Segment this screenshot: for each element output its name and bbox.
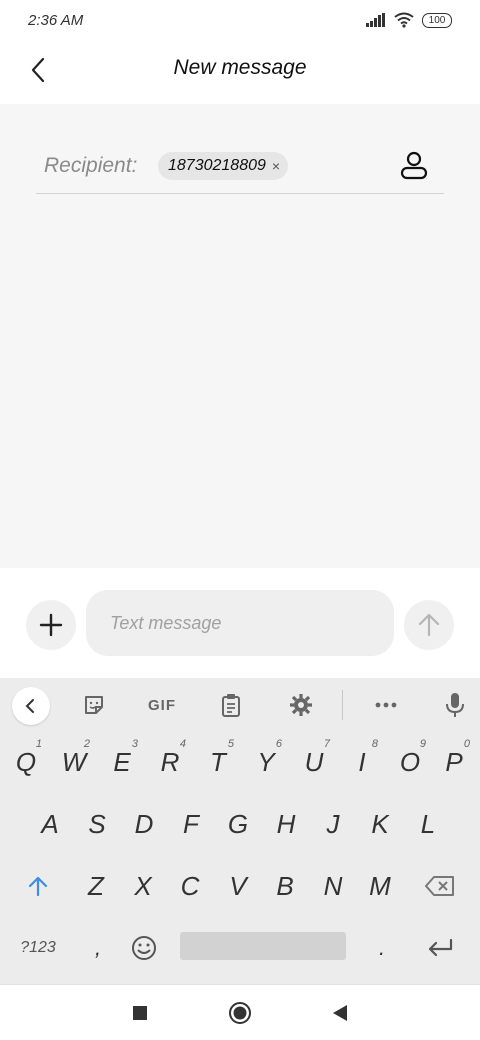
nav-back-triangle-icon bbox=[333, 1005, 347, 1021]
status-bar: 2:36 AM 100 bbox=[0, 0, 480, 40]
more-button[interactable] bbox=[370, 690, 402, 720]
contact-picker-button[interactable] bbox=[398, 150, 430, 182]
keyboard-toolbar: GIF bbox=[0, 678, 480, 732]
space-bar[interactable] bbox=[180, 932, 346, 960]
recents-square-icon bbox=[133, 1006, 147, 1020]
toolbar-back-button[interactable] bbox=[12, 687, 50, 725]
recipient-field[interactable]: Recipient: 18730218809 × bbox=[36, 144, 444, 194]
key-p[interactable]: P0 bbox=[432, 732, 476, 792]
backspace-icon bbox=[425, 876, 454, 896]
recents-button[interactable] bbox=[126, 999, 154, 1027]
key-e[interactable]: E3 bbox=[100, 732, 144, 792]
key-u[interactable]: U7 bbox=[292, 732, 336, 792]
add-attachment-button[interactable] bbox=[26, 600, 76, 650]
key-h[interactable]: H bbox=[264, 794, 308, 854]
emoji-key[interactable] bbox=[122, 918, 166, 978]
compose-bar: Text message bbox=[0, 568, 480, 678]
home-circle-icon bbox=[229, 1002, 251, 1024]
more-dots-icon bbox=[375, 702, 397, 708]
recipient-chip[interactable]: 18730218809 × bbox=[158, 152, 289, 180]
key-v[interactable]: V bbox=[216, 856, 260, 916]
enter-key[interactable] bbox=[418, 918, 462, 978]
mic-icon bbox=[446, 693, 464, 717]
key-z[interactable]: Z bbox=[74, 856, 118, 916]
key-m[interactable]: M bbox=[358, 856, 402, 916]
sticker-icon bbox=[85, 696, 103, 714]
comma-key[interactable]: , bbox=[76, 918, 120, 978]
key-n[interactable]: N bbox=[311, 856, 355, 916]
system-nav-bar bbox=[0, 984, 480, 1040]
send-button[interactable] bbox=[404, 600, 454, 650]
key-c[interactable]: C bbox=[168, 856, 212, 916]
header: New message bbox=[0, 40, 480, 104]
key-i[interactable]: I8 bbox=[340, 732, 384, 792]
send-arrow-icon bbox=[418, 613, 440, 637]
message-placeholder: Text message bbox=[110, 613, 222, 633]
key-b[interactable]: B bbox=[263, 856, 307, 916]
toolbar-divider bbox=[342, 690, 343, 720]
key-g[interactable]: G bbox=[216, 794, 260, 854]
shift-key[interactable] bbox=[16, 856, 60, 916]
page-title: New message bbox=[173, 56, 307, 79]
person-icon bbox=[400, 151, 428, 180]
keyboard: GIF Q 1 W 2 E 3 R 4 T 5 Y 6 U 7 I 8 O 9 … bbox=[0, 678, 480, 984]
status-time: 2:36 AM bbox=[28, 12, 84, 29]
wifi-icon bbox=[394, 12, 414, 28]
backspace-key[interactable] bbox=[418, 856, 462, 916]
key-q[interactable]: Q1 bbox=[4, 732, 48, 792]
key-l[interactable]: L bbox=[406, 794, 450, 854]
key-row-2: A S D F G H J K L bbox=[0, 794, 480, 854]
key-row-1: Q1 W2 E3 R4 T5 Y6 U7 I8 O9 P0 bbox=[0, 732, 480, 792]
gif-label: GIF bbox=[148, 696, 176, 714]
key-s[interactable]: S bbox=[75, 794, 119, 854]
clipboard-button[interactable] bbox=[216, 690, 246, 720]
symbols-key[interactable]: ?123 bbox=[12, 918, 64, 978]
key-t[interactable]: T5 bbox=[196, 732, 240, 792]
recipient-chip-number: 18730218809 bbox=[168, 157, 266, 174]
gif-button[interactable]: GIF bbox=[142, 690, 182, 720]
nav-back-button[interactable] bbox=[326, 999, 354, 1027]
enter-icon bbox=[428, 938, 453, 957]
key-j[interactable]: J bbox=[311, 794, 355, 854]
key-w[interactable]: W2 bbox=[52, 732, 96, 792]
battery-icon: 100 bbox=[422, 12, 452, 28]
status-icons: 100 bbox=[366, 12, 452, 28]
settings-button[interactable] bbox=[286, 690, 316, 720]
key-y[interactable]: Y6 bbox=[244, 732, 288, 792]
clipboard-icon bbox=[222, 694, 240, 717]
chevron-left-icon bbox=[25, 699, 34, 713]
conversation-area: Recipient: 18730218809 × bbox=[0, 104, 480, 568]
key-r[interactable]: R4 bbox=[148, 732, 192, 792]
shift-icon bbox=[28, 876, 48, 897]
key-o[interactable]: O9 bbox=[388, 732, 432, 792]
emoji-icon bbox=[132, 936, 156, 960]
key-a[interactable]: A bbox=[28, 794, 72, 854]
key-k[interactable]: K bbox=[358, 794, 402, 854]
period-key[interactable]: . bbox=[360, 918, 404, 978]
message-input[interactable]: Text message bbox=[86, 590, 394, 656]
key-f[interactable]: F bbox=[169, 794, 213, 854]
plus-icon bbox=[39, 613, 63, 637]
sticker-button[interactable] bbox=[78, 690, 110, 720]
gear-icon bbox=[290, 694, 312, 716]
chip-remove-icon[interactable]: × bbox=[272, 158, 280, 174]
key-row-3: Z X C V B N M bbox=[0, 856, 480, 916]
battery-level: 100 bbox=[428, 14, 446, 26]
key-row-4: ?123 , . bbox=[0, 918, 480, 978]
key-x[interactable]: X bbox=[121, 856, 165, 916]
home-button[interactable] bbox=[226, 999, 254, 1027]
key-d[interactable]: D bbox=[122, 794, 166, 854]
mic-button[interactable] bbox=[442, 690, 468, 720]
signal-icon bbox=[366, 13, 385, 27]
recipient-label: Recipient: bbox=[44, 154, 138, 177]
